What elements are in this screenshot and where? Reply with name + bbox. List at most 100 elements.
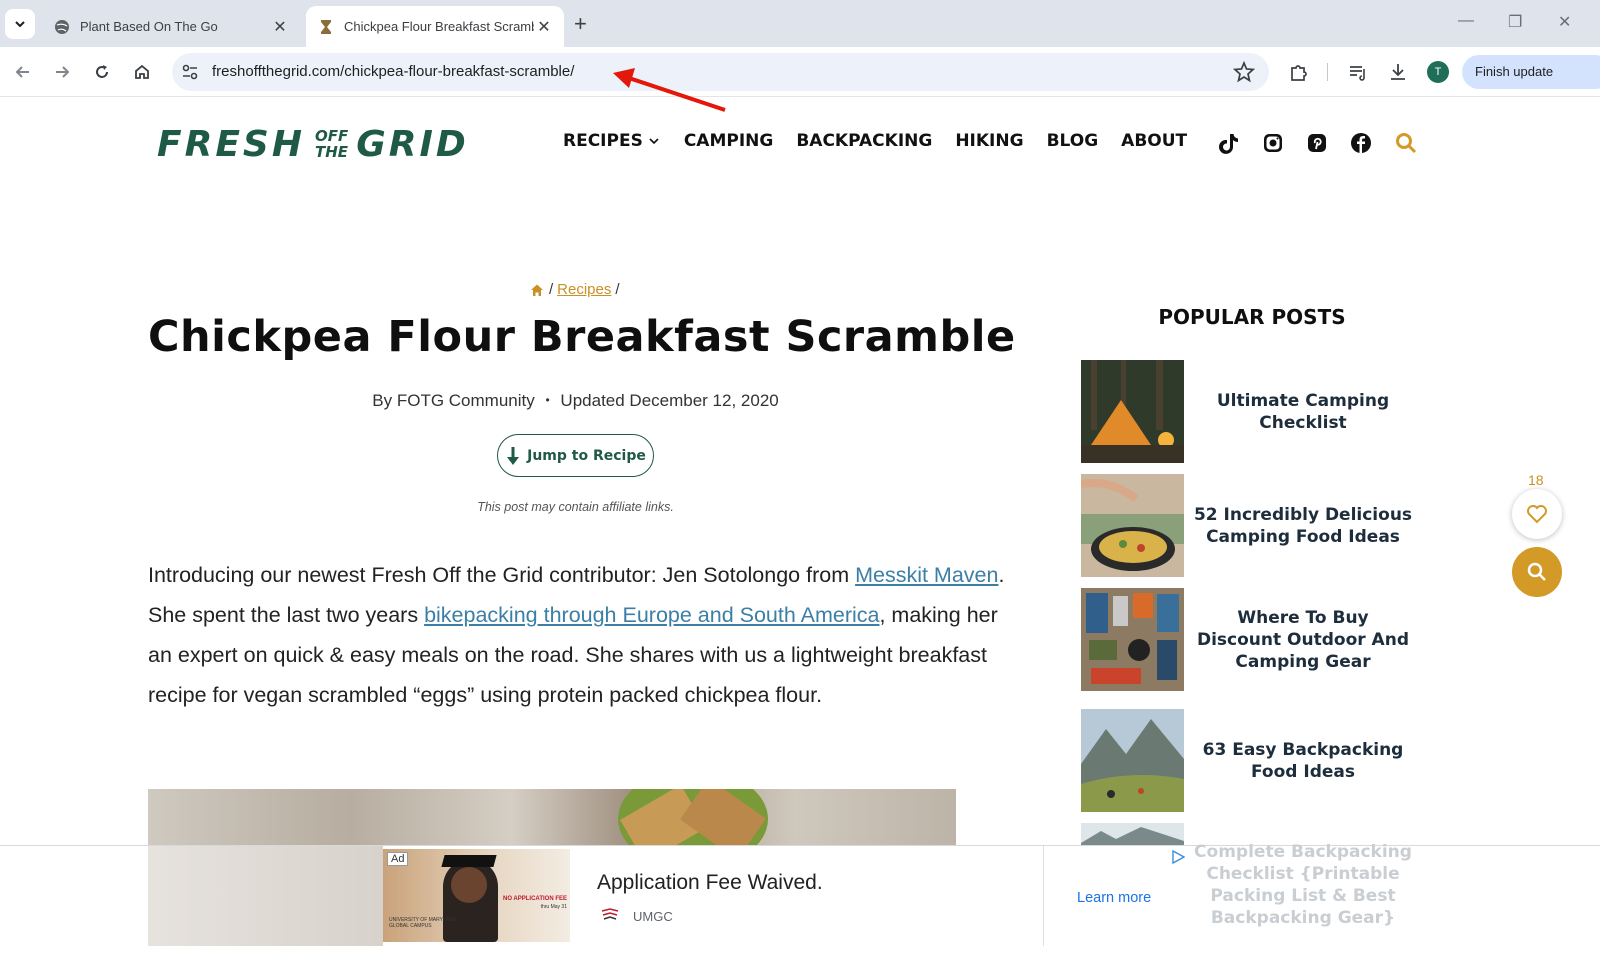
profile-avatar[interactable]: T [1427,61,1449,83]
popular-post[interactable]: Ultimate Camping Checklist [1081,360,1423,463]
affiliate-disclaimer: This post may contain affiliate links. [477,500,674,514]
home-button[interactable] [129,59,155,85]
hero-image [148,789,956,849]
graduation-cap-shape [441,855,497,867]
tiktok-icon[interactable] [1217,131,1241,155]
ad-headline[interactable]: Application Fee Waived. [597,871,823,895]
nav-item-recipes[interactable]: RECIPES [563,131,661,151]
extensions-button[interactable] [1287,60,1311,84]
learn-more-link[interactable]: Learn more [1077,890,1151,906]
arrow-down-icon [507,446,520,465]
logo-off-the: OFF THE [315,128,348,160]
media-controls-button[interactable] [1346,60,1370,84]
url-text[interactable]: freshoffthegrid.com/chickpea-flour-break… [212,63,574,80]
intro-paragraph: Introducing our newest Fresh Off the Gri… [148,555,1008,715]
breadcrumb-link-recipes[interactable]: Recipes [557,281,611,298]
toolbar-divider [1327,63,1328,81]
arrow-left-icon [15,66,29,78]
nav-item-hiking[interactable]: HIKING [955,131,1023,151]
page-title: Chickpea Flour Breakfast Scramble [148,312,1016,362]
popular-post[interactable]: 63 Easy Backpacking Food Ideas [1081,709,1423,812]
bikepacking-link[interactable]: bikepacking through Europe and South Ame… [424,603,879,627]
tab-plant-based[interactable]: Plant Based On The Go ✕ [42,6,300,47]
logo-word-the: THE [314,143,349,161]
new-tab-button[interactable]: + [574,11,587,37]
popular-post[interactable]: Where To Buy Discount Outdoor And Campin… [1081,588,1423,691]
nav-item-blog[interactable]: BLOG [1047,131,1099,151]
hero-image-continuation [148,846,383,946]
intro-text-1: Introducing our newest Fresh Off the Gri… [148,563,856,587]
nav-item-label: RECIPES [563,131,643,151]
sticky-ad-bar: NO APPLICATION FEE thru May 31 UNIVERSIT… [0,842,1600,961]
chevron-down-icon [649,138,659,145]
site-info-icon[interactable] [180,62,200,82]
umgc-logo-icon [601,908,619,920]
jump-label: Jump to Recipe [527,447,646,464]
download-icon [1391,64,1405,80]
close-icon[interactable]: ✕ [534,17,554,37]
ad-badge: Ad [387,852,409,866]
restore-icon[interactable]: ❐ [1508,12,1522,32]
post-title[interactable]: 63 Easy Backpacking Food Ideas [1193,709,1413,812]
tab-search-button[interactable] [5,9,35,39]
breadcrumb-separator: / [549,281,554,298]
arrow-right-icon [56,66,70,78]
like-button[interactable] [1512,489,1562,539]
window-close-icon[interactable]: ✕ [1558,12,1571,32]
ad-brand: UMGC [633,909,673,924]
post-thumbnail[interactable] [1081,474,1184,577]
downloads-button[interactable] [1386,60,1410,84]
post-title[interactable]: Complete Backpacking Checklist {Printabl… [1193,841,1413,929]
home-icon[interactable] [530,283,544,297]
bookmark-star-icon[interactable] [1233,61,1255,83]
nav-item-about[interactable]: ABOUT [1121,131,1187,151]
hourglass-icon [321,19,331,34]
logo-word-off: OFF [314,127,349,145]
post-thumbnail[interactable] [1081,588,1184,691]
minimize-icon[interactable]: — [1458,12,1474,30]
browser-toolbar: freshoffthegrid.com/chickpea-flour-break… [0,47,1600,97]
post-title[interactable]: Ultimate Camping Checklist [1193,360,1413,463]
logo-word-grid: GRID [356,123,469,165]
forward-button[interactable] [49,59,75,85]
ad-image[interactable]: NO APPLICATION FEE thru May 31 UNIVERSIT… [383,849,570,942]
puzzle-icon [1291,65,1307,81]
ad-image-school-text: UNIVERSITY OF MARYLAND GLOBAL CAMPUS [389,917,457,929]
nav-item-backpacking[interactable]: BACKPACKING [796,131,932,151]
tab-title: Chickpea Flour Breakfast Scrambl [344,19,534,34]
floating-search-button[interactable] [1512,547,1562,597]
post-thumbnail[interactable] [1081,709,1184,812]
heart-icon [1527,505,1547,524]
instagram-icon[interactable] [1261,131,1285,155]
ad-divider [1043,846,1044,946]
site-logo[interactable]: FRESH OFF THE GRID [157,120,469,168]
annotation-arrow-icon [613,68,726,112]
close-icon[interactable]: ✕ [270,17,290,37]
post-title[interactable]: 52 Incredibly Delicious Camping Food Ide… [1193,474,1413,577]
popular-post[interactable]: 52 Incredibly Delicious Camping Food Ide… [1081,474,1423,577]
tab-chickpea[interactable]: Chickpea Flour Breakfast Scrambl ✕ [306,6,564,47]
byline-dot: • [545,393,550,407]
search-icon [1527,562,1546,581]
globe-icon [55,19,69,34]
back-button[interactable] [10,59,36,85]
breadcrumb-separator: / [615,281,620,298]
reload-button[interactable] [89,59,115,85]
updated-date: Updated December 12, 2020 [560,391,779,410]
ad-face-shape [451,867,487,903]
jump-to-recipe-button[interactable]: Jump to Recipe [497,434,654,477]
post-title[interactable]: Where To Buy Discount Outdoor And Campin… [1193,588,1413,691]
adchoices-icon[interactable] [1171,850,1185,864]
main-navigation: RECIPES CAMPING BACKPACKING HIKING BLOG … [563,131,1210,151]
search-icon[interactable] [1394,131,1418,155]
finish-update-button[interactable]: Finish update [1462,55,1600,89]
playlist-icon [1350,66,1365,81]
facebook-icon[interactable] [1349,131,1373,155]
post-thumbnail[interactable] [1081,360,1184,463]
messkit-maven-link[interactable]: Messkit Maven [855,563,998,587]
nav-item-camping[interactable]: CAMPING [684,131,774,151]
author-link[interactable]: FOTG Community [397,391,535,410]
pinterest-icon[interactable] [1305,131,1329,155]
post-thumbnail[interactable] [1081,823,1184,845]
home-icon [135,64,149,79]
